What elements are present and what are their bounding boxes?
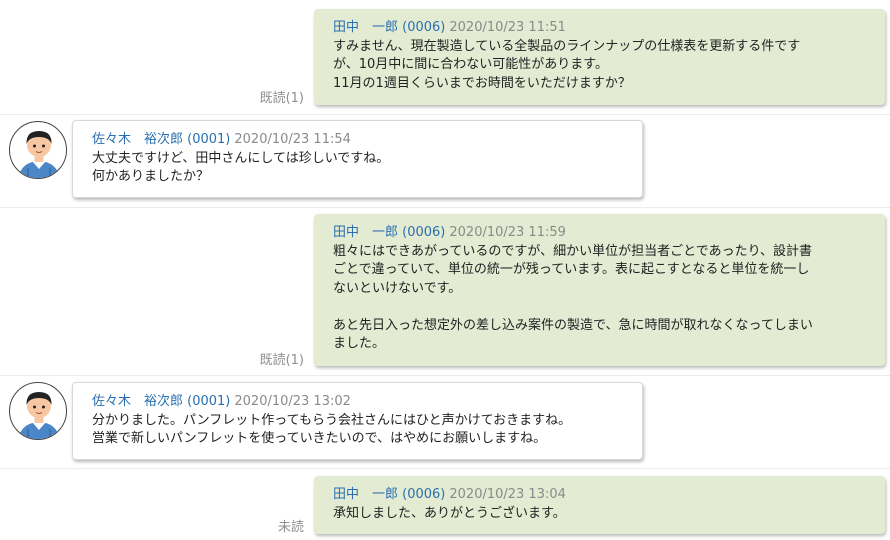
- message-timestamp: 2020/10/23 13:02: [234, 394, 351, 409]
- message-bubble-incoming[interactable]: 佐々木 裕次郎 (0001) 2020/10/23 11:54 大丈夫ですけど、田…: [72, 120, 643, 198]
- person-avatar-icon[interactable]: [9, 121, 67, 179]
- message-text-line: 粗々にはできあがっているのですが、細かい単位が担当者ごとであったり、設計書: [333, 243, 813, 259]
- message-timestamp: 2020/10/23 11:51: [449, 20, 566, 35]
- sender-name[interactable]: 佐々木 裕次郎 (0001): [92, 394, 230, 409]
- message-bubble-outgoing[interactable]: 田中 一郎 (0006) 2020/10/23 11:51 すみません、現在製造し…: [314, 9, 885, 105]
- message-timestamp: 2020/10/23 11:59: [449, 225, 566, 240]
- message-text-line: が、10月中に間に合わない可能性があります。: [333, 57, 608, 72]
- sender-name[interactable]: 佐々木 裕次郎 (0001): [92, 132, 230, 147]
- message-text-line: あと先日入った想定外の差し込み案件の製造で、急に時間が取れなくなってしまい: [333, 317, 813, 333]
- message-row: 田中 一郎 (0006) 2020/10/23 13:04 承知しました、ありがと…: [0, 468, 890, 540]
- message-header: 田中 一郎 (0006) 2020/10/23 11:59: [333, 224, 871, 243]
- message-row: 田中 一郎 (0006) 2020/10/23 11:59 粗々にはできあがってい…: [0, 207, 890, 376]
- message-header: 佐々木 裕次郎 (0001) 2020/10/23 13:02: [92, 393, 628, 412]
- message-text-line: 分かりました。パンフレット作ってもらう会社さんにはひと声かけておきますね。: [92, 412, 572, 428]
- message-row: 田中 一郎 (0006) 2020/10/23 11:51 すみません、現在製造し…: [0, 0, 890, 114]
- message-header: 田中 一郎 (0006) 2020/10/23 13:04: [333, 486, 871, 505]
- read-status: 既読(1): [259, 353, 304, 368]
- person-avatar-icon[interactable]: [9, 382, 67, 440]
- message-bubble-incoming[interactable]: 佐々木 裕次郎 (0001) 2020/10/23 13:02 分かりました。パン…: [72, 382, 643, 460]
- message-text-line: すみません、現在製造している全製品のラインナップの仕様表を更新する件です: [333, 38, 801, 54]
- message-header: 佐々木 裕次郎 (0001) 2020/10/23 11:54: [92, 131, 628, 150]
- message-text-line: 営業で新しいパンフレットを使っていきたいので、はやめにお願いしますね。: [92, 431, 547, 446]
- message-text-line: 承知しました、ありがとうございます。: [333, 505, 566, 521]
- read-status: 未読: [277, 520, 304, 535]
- message-timestamp: 2020/10/23 11:54: [234, 132, 351, 147]
- read-status: 既読(1): [259, 91, 304, 106]
- message-text-line: ました。: [333, 336, 386, 351]
- message-header: 田中 一郎 (0006) 2020/10/23 11:51: [333, 19, 871, 38]
- message-timestamp: 2020/10/23 13:04: [449, 487, 566, 502]
- sender-name[interactable]: 田中 一郎 (0006): [333, 487, 445, 502]
- message-text-line: ごとで違っていて、単位の統一が残っています。表に起こすとなると単位を統一し: [333, 262, 810, 277]
- message-text-line: 大丈夫ですけど、田中さんにしては珍しいですね。: [92, 150, 390, 166]
- message-bubble-outgoing[interactable]: 田中 一郎 (0006) 2020/10/23 13:04 承知しました、ありがと…: [314, 476, 885, 534]
- message-row: 佐々木 裕次郎 (0001) 2020/10/23 13:02 分かりました。パン…: [0, 375, 890, 469]
- chat-thread: 田中 一郎 (0006) 2020/10/23 11:51 すみません、現在製造し…: [0, 0, 890, 540]
- sender-name[interactable]: 田中 一郎 (0006): [333, 20, 445, 35]
- sender-name[interactable]: 田中 一郎 (0006): [333, 225, 445, 240]
- message-row: 佐々木 裕次郎 (0001) 2020/10/23 11:54 大丈夫ですけど、田…: [0, 114, 890, 208]
- message-bubble-outgoing[interactable]: 田中 一郎 (0006) 2020/10/23 11:59 粗々にはできあがってい…: [314, 214, 885, 366]
- message-text-line: ないといけないです。: [333, 280, 462, 296]
- message-text-line: [333, 298, 871, 317]
- message-text-line: 11月の1週目くらいまでお時間をいただけますか？: [333, 75, 631, 91]
- message-text-line: 何かありましたか？: [92, 169, 210, 184]
